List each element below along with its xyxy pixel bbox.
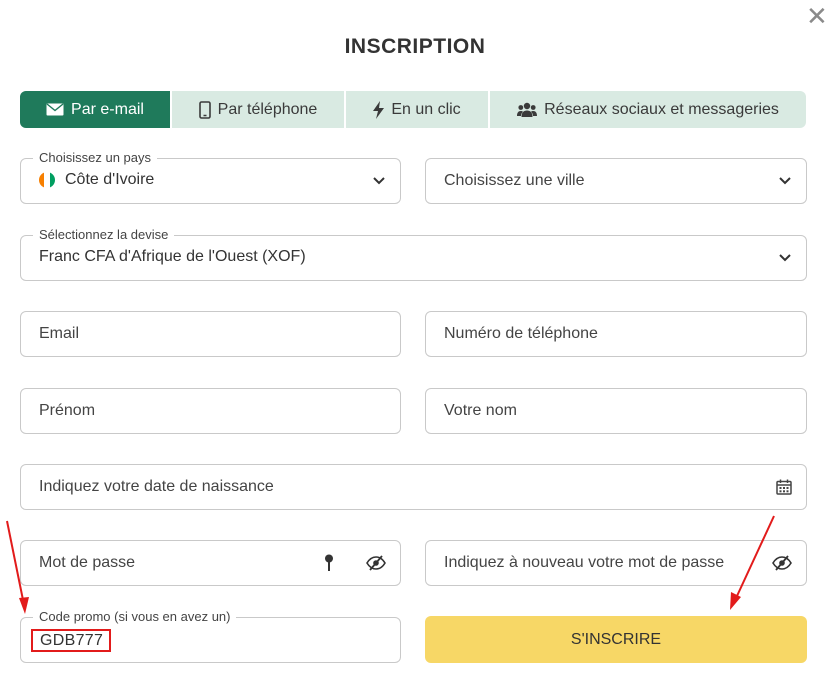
country-label: Choisissez un pays [33,150,157,165]
dialog-title: INSCRIPTION [344,35,486,58]
tab-one-click-label: En un clic [391,100,461,118]
email-placeholder: Email [39,325,80,342]
currency-value: Franc CFA d'Afrique de l'Ouest (XOF) [39,248,306,265]
key-icon[interactable] [324,554,334,572]
calendar-icon[interactable] [776,479,792,495]
close-button[interactable]: ✕ [806,4,828,30]
eye-slash-icon[interactable] [366,555,386,571]
currency-select[interactable]: Sélectionnez la devise Franc CFA d'Afriq… [20,227,807,281]
chevron-down-icon [779,177,791,185]
tab-one-click[interactable]: En un clic [346,91,490,128]
tab-phone-label: Par téléphone [217,100,318,118]
country-value: Côte d'Ivoire [65,171,155,188]
ivory-coast-flag-icon [39,172,55,188]
birthdate-field[interactable]: Indiquez votre date de naissance [20,464,807,510]
email-field[interactable]: Email [20,311,401,357]
tab-email-label: Par e-mail [71,100,144,118]
eye-slash-icon[interactable] [772,555,792,571]
tab-phone[interactable]: Par téléphone [172,91,346,128]
promo-code-field[interactable]: Code promo (si vous en avez un) GDB777 [20,609,401,663]
password-field[interactable]: Mot de passe [20,540,401,586]
phone-icon [198,100,211,119]
password-placeholder: Mot de passe [39,554,136,571]
register-button-label: S'INSCRIRE [570,630,662,648]
chevron-down-icon [373,177,385,185]
city-placeholder: Choisissez une ville [444,172,585,189]
password-confirm-field[interactable]: Indiquez à nouveau votre mot de passe [425,540,807,586]
phone-placeholder: Numéro de téléphone [444,325,598,342]
country-select[interactable]: Choisissez un pays Côte d'Ivoire [20,150,401,204]
city-select[interactable]: Choisissez une ville [425,158,807,204]
last-name-field[interactable]: Votre nom [425,388,807,434]
first-name-placeholder: Prénom [39,402,96,419]
registration-tabs: Par e-mail Par téléphone En un clic Rése… [20,91,806,128]
users-icon [517,102,538,117]
birthdate-placeholder: Indiquez votre date de naissance [39,478,274,495]
register-button[interactable]: S'INSCRIRE [425,616,807,663]
promo-code-value: GDB777 [31,629,112,652]
last-name-placeholder: Votre nom [444,402,517,419]
promo-code-label: Code promo (si vous en avez un) [33,609,237,624]
lightning-icon [373,100,385,119]
tab-social[interactable]: Réseaux sociaux et messageries [490,91,806,128]
first-name-field[interactable]: Prénom [20,388,401,434]
password-confirm-placeholder: Indiquez à nouveau votre mot de passe [444,554,725,571]
currency-label: Sélectionnez la devise [33,227,175,242]
chevron-down-icon [779,254,791,262]
envelope-icon [46,103,64,116]
tab-social-label: Réseaux sociaux et messageries [544,100,779,118]
phone-field[interactable]: Numéro de téléphone [425,311,807,357]
tab-email[interactable]: Par e-mail [20,91,172,128]
